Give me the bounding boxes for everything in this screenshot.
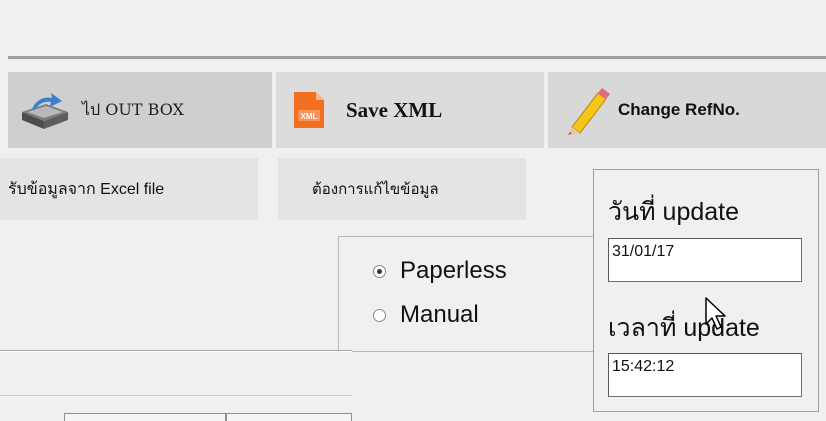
change-refno-button[interactable]: Change RefNo. [548,72,826,148]
update-info-panel: วันที่ update 31/01/17 เวลาที่ update 15… [593,169,819,412]
pencil-icon [562,85,610,135]
bottom-panel [0,352,352,396]
go-outbox-button[interactable]: ไป OUT BOX [8,72,272,148]
radio-paperless-label: Paperless [400,257,507,284]
top-strip [0,0,826,58]
save-xml-button[interactable]: XML Save XML [276,72,544,148]
top-divider [8,56,826,60]
mode-radio-group: Paperless Manual [338,236,594,352]
import-excel-button[interactable]: รับข้อมูลจาก Excel file [0,158,258,220]
grid-header-cell[interactable] [64,413,226,421]
edit-data-button[interactable]: ต้องการแก้ไขข้อมูล [278,158,526,220]
radio-manual-indicator[interactable] [373,308,386,322]
grid-header-cell[interactable] [226,413,352,421]
update-date-field[interactable]: 31/01/17 [608,238,802,282]
xml-icon-text: XML [301,112,318,121]
update-time-label: เวลาที่ update [608,314,760,342]
change-refno-label: Change RefNo. [618,100,740,119]
update-date-label: วันที่ update [608,198,740,226]
go-outbox-label: ไป OUT BOX [82,99,184,119]
radio-manual-label: Manual [400,301,479,328]
radio-paperless-indicator[interactable] [373,264,386,278]
radio-paperless[interactable]: Paperless [373,257,507,285]
mouse-pointer-icon [704,296,734,332]
radio-manual[interactable]: Manual [373,301,479,329]
save-xml-label: Save XML [346,97,443,122]
outbox-tray-icon [18,90,72,130]
update-time-field[interactable]: 15:42:12 [608,353,802,397]
xml-file-icon: XML [292,90,326,130]
